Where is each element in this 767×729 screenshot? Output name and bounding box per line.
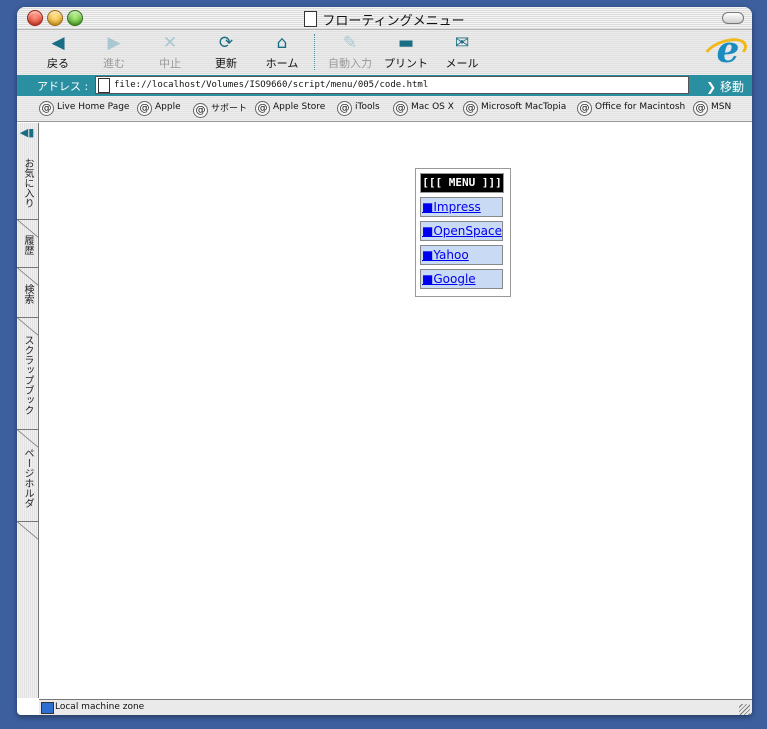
- toolbar-toggle-button[interactable]: [722, 12, 744, 24]
- autofill-label: 自動入力: [328, 57, 372, 70]
- sidebar-tab-page-holder[interactable]: ページホルダ: [17, 435, 38, 522]
- favorite-link[interactable]: @ サポート: [193, 101, 247, 118]
- menu-link-google[interactable]: ■Google: [422, 272, 476, 286]
- toolbar: ◀ 戻る ▶ 進む ✕ 中止 ⟳ 更新 ⌂ ホーム ✎ 自動入力 ▬ プリント …: [17, 30, 752, 75]
- stop-label: 中止: [159, 57, 181, 70]
- menu-item: ■Yahoo: [420, 245, 503, 265]
- at-icon: @: [393, 101, 408, 116]
- stop-button[interactable]: ✕ 中止: [145, 33, 195, 71]
- status-bar: Local machine zone: [39, 699, 752, 715]
- print-label: プリント: [384, 57, 428, 70]
- mail-label: メール: [445, 57, 479, 70]
- browser-window: フローティングメニュー ◀ 戻る ▶ 進む ✕ 中止 ⟳ 更新 ⌂ ホーム ✎ …: [17, 7, 752, 715]
- mail-button[interactable]: ✉ メール: [437, 33, 487, 71]
- back-button[interactable]: ◀ 戻る: [33, 33, 83, 71]
- home-icon: ⌂: [276, 33, 288, 53]
- sidebar-tab-favorites[interactable]: お気に入り: [17, 147, 38, 220]
- menu-item: ■Impress: [420, 197, 503, 217]
- at-icon: @: [463, 101, 478, 116]
- at-icon: @: [255, 101, 270, 116]
- mail-envelope-icon: ✉: [454, 33, 470, 53]
- title-bar[interactable]: フローティングメニュー: [17, 7, 752, 30]
- menu-item: ■Google: [420, 269, 503, 289]
- at-icon: @: [193, 103, 208, 118]
- back-label: 戻る: [47, 57, 69, 70]
- document-icon: [304, 11, 318, 27]
- forward-button[interactable]: ▶ 進む: [89, 33, 139, 71]
- address-bar: アドレス : ❯ 移動: [17, 75, 752, 96]
- favorite-link[interactable]: @ Live Home Page: [39, 101, 129, 116]
- refresh-icon: ⟳: [218, 33, 234, 53]
- favorite-link[interactable]: @ Mac OS X: [393, 101, 454, 116]
- favorite-link[interactable]: @ Office for Macintosh: [577, 101, 685, 116]
- go-label: 移動: [719, 80, 744, 94]
- address-field[interactable]: [95, 76, 689, 94]
- autofill-button[interactable]: ✎ 自動入力: [320, 33, 380, 71]
- forward-arrow-icon: ▶: [107, 33, 121, 53]
- home-label: ホーム: [265, 57, 299, 70]
- resize-grip[interactable]: [739, 704, 750, 715]
- ie-logo-icon: e: [716, 29, 740, 71]
- menu-title: [[[ MENU ]]]: [420, 173, 504, 193]
- favorite-link[interactable]: @ iTools: [337, 101, 380, 116]
- status-zone: Local machine zone: [55, 702, 145, 712]
- page-content: [[[ MENU ]]] ■Impress ■OpenSpace ■Yahoo …: [39, 123, 752, 698]
- sidebar-tab-search[interactable]: 検索: [17, 271, 38, 318]
- favorite-link[interactable]: @ MSN: [693, 101, 731, 116]
- favorite-link[interactable]: @ Apple: [137, 101, 181, 116]
- window-title-wrap: フローティングメニュー: [17, 10, 752, 29]
- address-label: アドレス :: [37, 80, 89, 93]
- back-arrow-icon: ◀: [51, 33, 65, 53]
- menu-link-openspace[interactable]: ■OpenSpace: [422, 224, 502, 238]
- autofill-pen-icon: ✎: [342, 33, 358, 53]
- at-icon: @: [39, 101, 54, 116]
- window-title: フローティングメニュー: [322, 14, 465, 29]
- menu-link-impress[interactable]: ■Impress: [422, 200, 481, 214]
- at-icon: @: [137, 101, 152, 116]
- at-icon: @: [693, 101, 708, 116]
- favorite-link[interactable]: @ Microsoft MacTopia: [463, 101, 566, 116]
- refresh-button[interactable]: ⟳ 更新: [201, 33, 251, 71]
- zone-icon: [41, 702, 54, 714]
- page-icon: [98, 78, 110, 93]
- sidebar-toggle-icon[interactable]: ◀▮: [19, 126, 35, 140]
- stop-x-icon: ✕: [162, 33, 178, 53]
- sidebar-tab-scrapbook[interactable]: スクラップブック: [17, 321, 38, 430]
- favorites-bar: @ Live Home Page @ Apple @ サポート @ Apple Stor…: [17, 96, 752, 122]
- menu-link-yahoo[interactable]: ■Yahoo: [422, 248, 469, 262]
- address-input[interactable]: [114, 77, 674, 93]
- sidebar-tab-history[interactable]: 履歴: [17, 223, 38, 268]
- at-icon: @: [337, 101, 352, 116]
- explorer-sidebar: ◀▮ お気に入り 履歴 検索 スクラップブック ページホルダ: [17, 123, 39, 698]
- printer-icon: ▬: [397, 33, 415, 53]
- refresh-label: 更新: [215, 57, 237, 70]
- menu-item: ■OpenSpace: [420, 221, 503, 241]
- floating-menu: [[[ MENU ]]] ■Impress ■OpenSpace ■Yahoo …: [415, 168, 511, 297]
- at-icon: @: [577, 101, 592, 116]
- home-button[interactable]: ⌂ ホーム: [257, 33, 307, 71]
- toolbar-separator: [314, 34, 315, 70]
- go-button[interactable]: ❯ 移動: [706, 78, 744, 95]
- print-button[interactable]: ▬ プリント: [381, 33, 431, 71]
- favorite-link[interactable]: @ Apple Store: [255, 101, 325, 116]
- forward-label: 進む: [103, 57, 125, 70]
